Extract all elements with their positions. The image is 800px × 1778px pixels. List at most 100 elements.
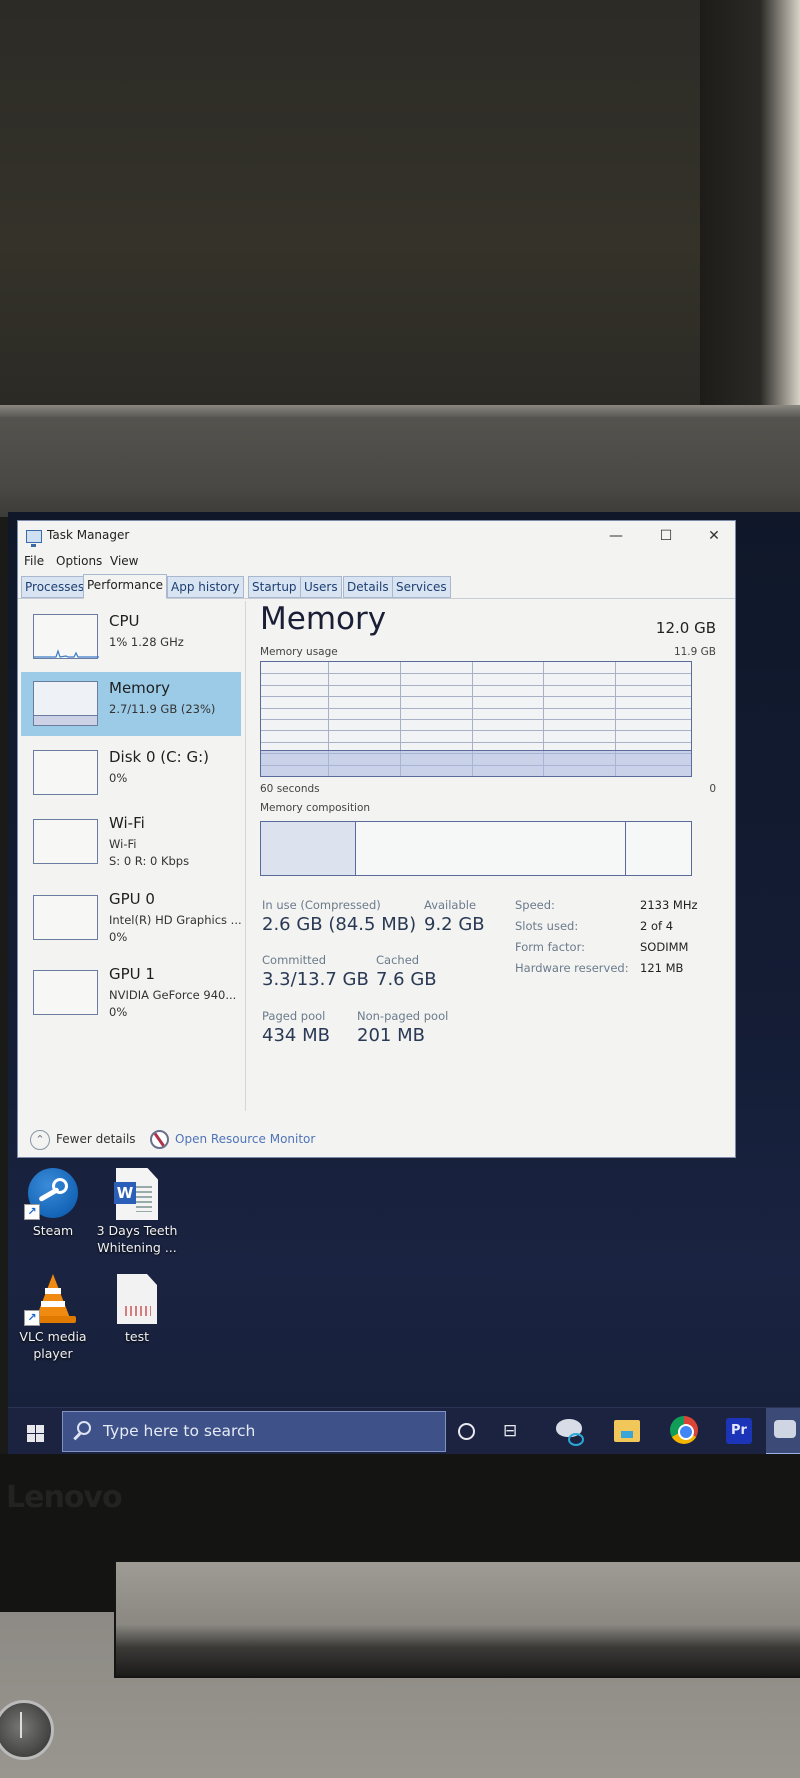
laptop-bezel-top <box>0 417 800 517</box>
sidebar-item-detail: 1% 1.28 GHz <box>109 635 184 649</box>
title-bar[interactable]: Task Manager — ☐ ✕ <box>18 521 735 551</box>
paged-pool-value: 434 MB <box>262 1025 330 1046</box>
form-factor-label: Form factor: <box>515 940 585 954</box>
memory-usage-fill <box>261 749 691 776</box>
close-button[interactable]: ✕ <box>691 521 737 551</box>
menu-options[interactable]: Options <box>56 554 102 568</box>
sidebar-item-detail: 0% <box>109 1005 128 1019</box>
window-title: Task Manager <box>47 528 130 542</box>
tab-processes[interactable]: Processes <box>21 576 89 598</box>
menu-bar: File Options View <box>18 551 735 573</box>
desktop-icon-vlc[interactable]: ↗ VLC media player <box>11 1274 95 1362</box>
task-manager-icon <box>26 530 42 547</box>
committed-label: Committed <box>262 953 327 967</box>
vlc-icon: ↗ <box>24 1274 78 1326</box>
cortana-icon[interactable] <box>458 1423 475 1440</box>
graph-gridline <box>261 730 691 732</box>
desktop-icon-document[interactable]: W 3 Days Teeth Whitening ... <box>95 1168 179 1256</box>
graph-gridline <box>261 673 691 675</box>
start-button[interactable] <box>14 1414 54 1450</box>
sidebar-item-wifi[interactable]: Wi-Fi Wi-Fi S: 0 R: 0 Kbps <box>21 807 241 879</box>
chevron-up-icon[interactable]: ⌃ <box>30 1130 50 1150</box>
cpu-sparkline <box>34 649 99 658</box>
sidebar-item-memory[interactable]: Memory 2.7/11.9 GB (23%) <box>21 672 241 736</box>
sidebar-item-detail: Intel(R) HD Graphics ... <box>109 913 242 927</box>
composition-label: Memory composition <box>260 802 371 814</box>
available-label: Available <box>424 898 477 912</box>
maximize-button[interactable]: ☐ <box>643 521 689 551</box>
memory-thumb-fill <box>34 715 97 725</box>
panel-title: Memory <box>260 601 387 637</box>
steam-icon: ↗ <box>24 1168 78 1220</box>
disk-thumbnail-graph <box>33 750 98 795</box>
nonpaged-pool-label: Non-paged pool <box>357 1009 449 1023</box>
sidebar-item-name: CPU <box>109 612 140 630</box>
sidebar-item-name: Wi-Fi <box>109 814 145 832</box>
sidebar-item-detail: NVIDIA GeForce 940... <box>109 988 237 1002</box>
file-explorer-icon[interactable] <box>614 1420 640 1442</box>
premiere-pro-icon[interactable]: Pr <box>726 1418 752 1444</box>
paged-pool-label: Paged pool <box>262 1009 326 1023</box>
desktop-icon-test[interactable]: test <box>95 1274 179 1345</box>
tab-startup[interactable]: Startup <box>248 576 301 598</box>
desktop-icon-steam[interactable]: ↗ Steam <box>11 1168 95 1239</box>
open-resource-monitor-link[interactable]: Open Resource Monitor <box>175 1132 315 1146</box>
memory-composition-bar <box>260 821 692 876</box>
laptop-hinge <box>114 1560 800 1678</box>
tab-services[interactable]: Services <box>392 576 451 598</box>
desktop-icon-label: test <box>124 1329 149 1344</box>
slots-value: 2 of 4 <box>640 919 674 933</box>
cached-value: 7.6 GB <box>376 969 437 990</box>
fewer-details-button[interactable]: Fewer details <box>56 1132 136 1146</box>
sidebar-item-name: GPU 0 <box>109 890 155 908</box>
tab-details[interactable]: Details <box>343 576 393 598</box>
sidebar-item-gpu1[interactable]: GPU 1 NVIDIA GeForce 940... 0% <box>21 958 241 1030</box>
tab-performance[interactable]: Performance <box>83 574 168 599</box>
photo-stage: Task Manager — ☐ ✕ File Options View Pro… <box>0 0 800 1778</box>
brand-logo: Lenovo <box>6 1480 123 1515</box>
sidebar-item-detail: Wi-Fi <box>109 837 137 851</box>
graph-gridline <box>261 684 691 686</box>
task-view-icon[interactable]: ⊟ <box>503 1421 523 1441</box>
tab-users[interactable]: Users <box>300 576 342 598</box>
taskbar-search-box[interactable]: Type here to search <box>62 1411 446 1452</box>
paint-3d-icon[interactable] <box>556 1419 584 1446</box>
graph-gridline <box>261 719 691 720</box>
minimize-button[interactable]: — <box>593 521 639 551</box>
chrome-icon[interactable] <box>670 1416 698 1444</box>
speed-value: 2133 MHz <box>640 898 698 912</box>
in-use-value: 2.6 GB (84.5 MB) <box>262 914 417 935</box>
search-icon <box>77 1421 91 1435</box>
hardware-reserved-label: Hardware reserved: <box>515 961 629 975</box>
composition-in-use <box>261 822 356 875</box>
sidebar-item-cpu[interactable]: CPU 1% 1.28 GHz <box>21 605 241 669</box>
desktop-icon-label: VLC media player <box>19 1329 87 1361</box>
menu-file[interactable]: File <box>24 554 44 568</box>
task-manager-taskbar-button[interactable] <box>766 1408 800 1454</box>
graph-time-start: 60 seconds <box>260 783 320 795</box>
nonpaged-pool-value: 201 MB <box>357 1025 425 1046</box>
window-footer: ⌃ Fewer details Open Resource Monitor <box>18 1125 735 1155</box>
in-use-label: In use (Compressed) <box>262 898 381 912</box>
taskbar: Type here to search ⊟ Pr <box>8 1407 800 1454</box>
memory-usage-graph <box>260 661 692 777</box>
tab-app-history[interactable]: App history <box>167 576 244 598</box>
file-icon <box>117 1274 157 1324</box>
sidebar-item-detail: S: 0 R: 0 Kbps <box>109 854 190 868</box>
shortcut-arrow-icon: ↗ <box>24 1310 40 1326</box>
sidebar-item-detail: 0% <box>109 930 128 944</box>
background-wall <box>0 0 800 405</box>
sidebar-item-gpu0[interactable]: GPU 0 Intel(R) HD Graphics ... 0% <box>21 883 242 955</box>
laptop-lid-edge <box>0 405 800 417</box>
resource-monitor-icon[interactable] <box>150 1130 169 1149</box>
usage-graph-label: Memory usage <box>260 646 338 658</box>
graph-gridline <box>261 707 691 709</box>
composition-standby <box>355 822 627 875</box>
menu-view[interactable]: View <box>110 554 138 568</box>
graph-gridline <box>261 741 691 743</box>
memory-thumbnail-graph <box>33 681 98 726</box>
sidebar-item-disk[interactable]: Disk 0 (C: G:) 0% <box>21 741 241 805</box>
wifi-thumbnail-graph <box>33 819 98 864</box>
graph-gridline <box>261 696 691 698</box>
speed-label: Speed: <box>515 898 555 912</box>
